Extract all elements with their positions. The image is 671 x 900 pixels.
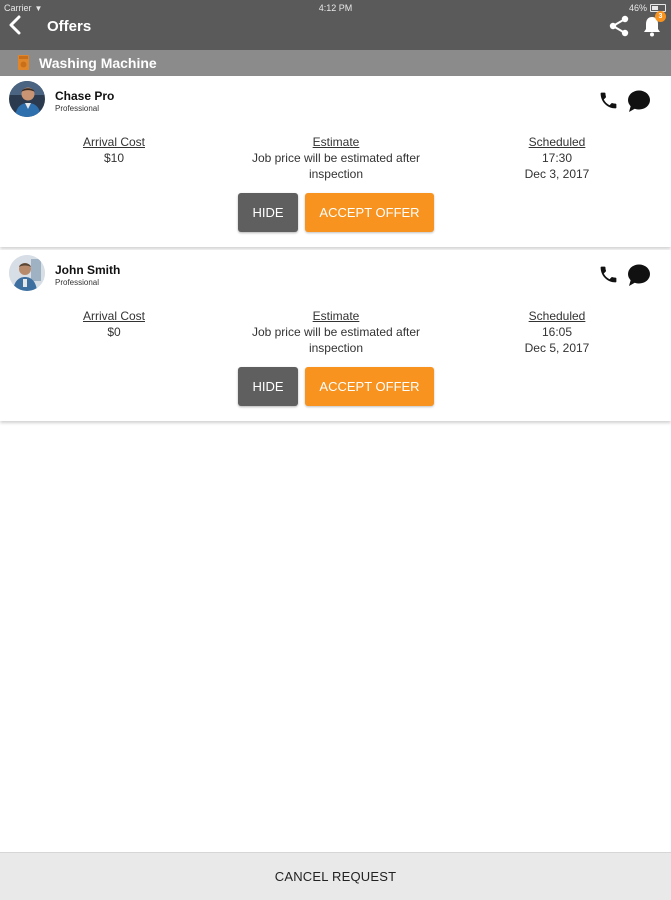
cancel-request-button[interactable]: CANCEL REQUEST <box>0 852 671 900</box>
scheduled-time: 16:05 <box>541 325 573 339</box>
avatar <box>9 81 45 117</box>
arrival-cost-value: $0 <box>107 325 121 339</box>
washing-machine-icon <box>18 55 29 70</box>
professional-name: Chase Pro <box>55 89 115 103</box>
professional-role: Professional <box>55 104 100 113</box>
cancel-request-label: CANCEL REQUEST <box>274 869 397 884</box>
back-button[interactable] <box>4 14 26 36</box>
estimate-column: Estimate Job price will be estimated aft… <box>226 308 446 356</box>
arrival-cost-heading: Arrival Cost <box>82 309 145 323</box>
battery-percent: 46% <box>628 3 647 13</box>
app-screen: Carrier ▼ 4:12 PM 46% Offers 3 Washing M… <box>0 0 671 900</box>
scheduled-date: Dec 3, 2017 <box>524 167 590 181</box>
estimate-text-line2: inspection <box>308 341 364 355</box>
offer-card: Chase Pro Professional Arrival Cost $10 … <box>0 76 671 247</box>
scheduled-heading: Scheduled <box>528 135 586 149</box>
category-bar: Washing Machine <box>0 50 671 76</box>
status-time: 4:12 PM <box>318 3 353 13</box>
arrival-cost-value: $10 <box>103 151 125 165</box>
avatar <box>9 255 45 291</box>
estimate-heading: Estimate <box>312 135 360 149</box>
accept-offer-button[interactable]: ACCEPT OFFER <box>305 367 434 406</box>
page-title: Offers <box>47 18 92 35</box>
scheduled-time: 17:30 <box>541 151 573 165</box>
chat-button[interactable] <box>626 89 652 113</box>
arrival-cost-column: Arrival Cost $0 <box>54 308 174 340</box>
phone-icon <box>600 266 617 283</box>
professional-name: John Smith <box>55 263 121 277</box>
call-button[interactable] <box>598 264 619 285</box>
professional-role: Professional <box>55 278 100 287</box>
estimate-text-line1: Job price will be estimated after <box>251 151 421 165</box>
offer-list: Chase Pro Professional Arrival Cost $10 … <box>0 76 671 421</box>
share-button[interactable] <box>607 14 631 38</box>
scheduled-heading: Scheduled <box>528 309 586 323</box>
offer-card: John Smith Professional Arrival Cost $0 … <box>0 250 671 421</box>
estimate-text-line1: Job price will be estimated after <box>251 325 421 339</box>
chevron-left-icon <box>9 15 21 35</box>
user-photo-icon <box>9 81 45 117</box>
scheduled-date: Dec 5, 2017 <box>524 341 590 355</box>
category-label: Washing Machine <box>39 55 157 71</box>
chat-button[interactable] <box>626 263 652 287</box>
header: Carrier ▼ 4:12 PM 46% Offers 3 <box>0 0 671 50</box>
user-photo-icon <box>9 255 45 291</box>
hide-button[interactable]: HIDE <box>238 193 298 232</box>
hide-button[interactable]: HIDE <box>238 367 298 406</box>
phone-icon <box>600 92 617 109</box>
notification-badge: 3 <box>655 11 666 22</box>
arrival-cost-column: Arrival Cost $10 <box>54 134 174 166</box>
chat-bubble-icon <box>628 90 650 112</box>
scheduled-column: Scheduled 17:30 Dec 3, 2017 <box>497 134 617 182</box>
share-icon <box>609 15 629 37</box>
arrival-cost-heading: Arrival Cost <box>82 135 145 149</box>
estimate-text-line2: inspection <box>308 167 364 181</box>
accept-offer-button[interactable]: ACCEPT OFFER <box>305 193 434 232</box>
chat-bubble-icon <box>628 264 650 286</box>
call-button[interactable] <box>598 90 619 111</box>
scheduled-column: Scheduled 16:05 Dec 5, 2017 <box>497 308 617 356</box>
estimate-heading: Estimate <box>312 309 360 323</box>
estimate-column: Estimate Job price will be estimated aft… <box>226 134 446 182</box>
